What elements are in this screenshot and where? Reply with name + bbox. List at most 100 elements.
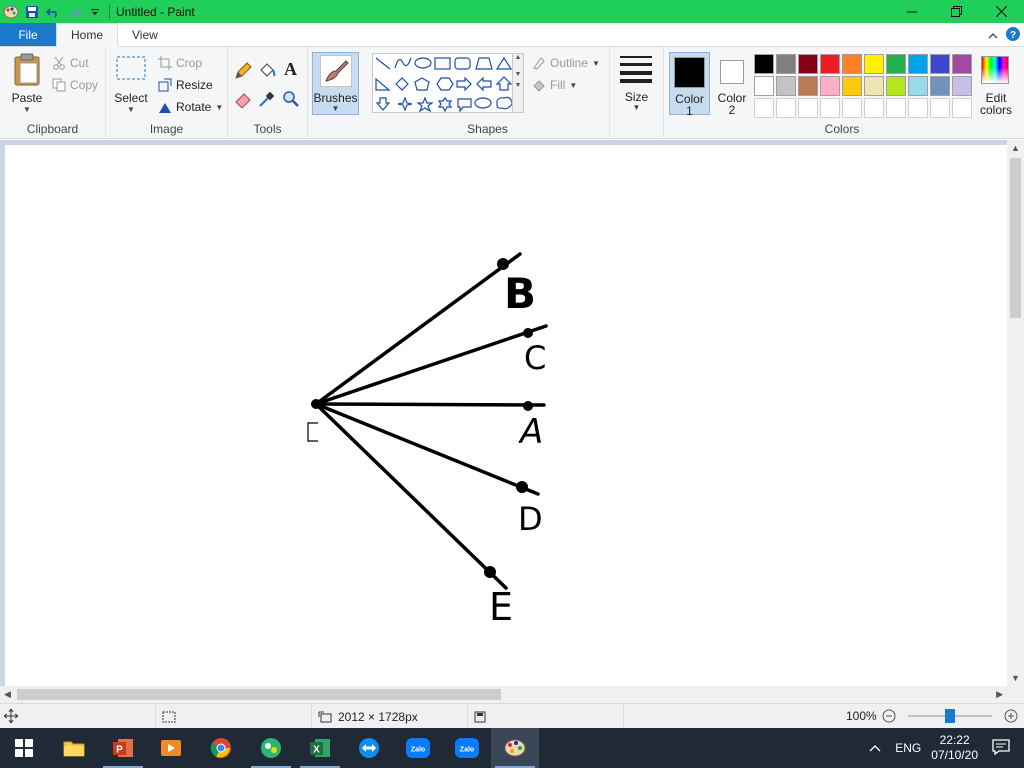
palette-swatch[interactable] xyxy=(820,54,840,74)
fill-button[interactable]: Fill ▼ xyxy=(532,75,577,95)
clock[interactable]: 22:22 07/10/20 xyxy=(931,733,978,763)
eraser-tool[interactable] xyxy=(234,89,252,109)
vertical-scroll-thumb[interactable] xyxy=(1010,158,1021,318)
tab-file[interactable]: File xyxy=(0,23,56,46)
palette-swatch[interactable] xyxy=(886,98,906,118)
taskbar-media-player[interactable] xyxy=(147,728,195,768)
text-tool[interactable]: A xyxy=(282,59,300,79)
scroll-down-icon[interactable]: ▼ xyxy=(1011,673,1020,683)
shapes-scroll-up-icon[interactable]: ▲ xyxy=(515,54,522,61)
outline-icon xyxy=(533,57,545,70)
taskbar-teamviewer[interactable] xyxy=(345,728,393,768)
palette-swatch[interactable] xyxy=(930,54,950,74)
color-picker-tool[interactable] xyxy=(258,89,276,109)
show-hidden-icons[interactable] xyxy=(869,741,881,755)
palette-swatch[interactable] xyxy=(776,76,796,96)
palette-swatch[interactable] xyxy=(864,98,884,118)
magnifier-tool[interactable] xyxy=(282,89,300,109)
palette-swatch[interactable] xyxy=(776,98,796,118)
outline-button[interactable]: Outline ▼ xyxy=(532,53,600,73)
palette-swatch[interactable] xyxy=(930,76,950,96)
crop-button[interactable]: Crop xyxy=(158,53,202,73)
taskbar-paint[interactable] xyxy=(491,728,539,768)
palette-swatch[interactable] xyxy=(952,98,972,118)
horizontal-scroll-thumb[interactable] xyxy=(17,689,501,700)
svg-text:A: A xyxy=(284,59,297,79)
scroll-right-icon[interactable]: ▶ xyxy=(996,689,1003,700)
palette-swatch[interactable] xyxy=(842,54,862,74)
rotate-button[interactable]: Rotate ▼ xyxy=(158,97,223,117)
palette-swatch[interactable] xyxy=(754,98,774,118)
size-group[interactable]: Size ▼ xyxy=(610,47,664,139)
select-button[interactable]: Select ▼ xyxy=(114,55,148,114)
palette-swatch[interactable] xyxy=(864,54,884,74)
pencil-tool[interactable] xyxy=(234,61,252,81)
shapes-scroll-down-icon[interactable]: ▼ xyxy=(515,71,522,78)
taskbar-zalo-2[interactable]: Zalo xyxy=(443,728,491,768)
vertical-scrollbar[interactable]: ▲ ▼ xyxy=(1007,140,1024,686)
palette-swatch[interactable] xyxy=(930,98,950,118)
help-icon[interactable]: ? xyxy=(1006,27,1020,44)
palette-swatch[interactable] xyxy=(776,54,796,74)
taskbar-chrome[interactable] xyxy=(197,728,245,768)
palette-swatch[interactable] xyxy=(864,76,884,96)
scroll-up-icon[interactable]: ▲ xyxy=(1011,143,1020,153)
drawing-canvas[interactable]: B C A D E xyxy=(5,145,1007,686)
taskbar-powerpoint[interactable]: P xyxy=(99,728,147,768)
zoom-out-button[interactable] xyxy=(882,709,896,726)
palette-swatch[interactable] xyxy=(886,76,906,96)
palette-swatch[interactable] xyxy=(842,76,862,96)
resize-button[interactable]: Resize xyxy=(158,75,213,95)
tab-home[interactable]: Home xyxy=(56,23,119,47)
palette-swatch[interactable] xyxy=(842,98,862,118)
maximize-button[interactable] xyxy=(934,0,979,23)
zoom-slider-thumb[interactable] xyxy=(945,709,955,723)
language-indicator[interactable]: ENG xyxy=(895,741,921,755)
palette-swatch[interactable] xyxy=(754,76,774,96)
palette-swatch[interactable] xyxy=(908,76,928,96)
save-icon[interactable] xyxy=(21,1,42,22)
taskbar-app-green[interactable] xyxy=(247,728,295,768)
tab-view[interactable]: View xyxy=(118,23,172,46)
palette-swatch[interactable] xyxy=(886,54,906,74)
fill-tool[interactable] xyxy=(258,61,276,81)
taskbar-file-explorer[interactable] xyxy=(50,728,98,768)
fill-bucket-icon xyxy=(260,63,276,77)
shapes-gallery[interactable] xyxy=(372,53,522,113)
palette-swatch[interactable] xyxy=(820,98,840,118)
customize-toolbar-icon[interactable] xyxy=(84,1,105,22)
color1-button[interactable]: Color 1 xyxy=(669,52,710,117)
close-button[interactable] xyxy=(979,0,1024,23)
origin-mark xyxy=(307,422,318,442)
palette-swatch[interactable] xyxy=(798,54,818,74)
start-button[interactable] xyxy=(0,728,48,768)
paste-button[interactable]: Paste ▼ xyxy=(8,53,46,114)
palette-swatch[interactable] xyxy=(798,76,818,96)
redo-icon[interactable] xyxy=(63,1,84,22)
undo-icon[interactable] xyxy=(42,1,63,22)
edit-colors-button[interactable]: Edit colors xyxy=(976,52,1016,116)
collapse-ribbon-icon[interactable] xyxy=(988,29,998,43)
palette-swatch[interactable] xyxy=(754,54,774,74)
shapes-gallery-scroll[interactable]: ▲ ▼ ▼ xyxy=(512,53,524,113)
palette-swatch[interactable] xyxy=(952,54,972,74)
color2-button[interactable]: Color 2 xyxy=(712,52,752,116)
taskbar-excel[interactable]: X xyxy=(296,728,344,768)
scroll-left-icon[interactable]: ◀ xyxy=(4,689,11,700)
notification-icon[interactable] xyxy=(992,738,1010,758)
cut-button[interactable]: Cut xyxy=(52,53,89,73)
minimize-button[interactable] xyxy=(889,0,934,23)
palette-swatch[interactable] xyxy=(798,98,818,118)
palette-swatch[interactable] xyxy=(908,98,928,118)
zoom-in-button[interactable] xyxy=(1004,709,1018,726)
copy-button[interactable]: Copy xyxy=(52,75,98,95)
taskbar-zalo-1[interactable]: Zalo xyxy=(394,728,442,768)
horizontal-scrollbar[interactable]: ◀ ▶ xyxy=(0,686,1007,703)
palette-swatch[interactable] xyxy=(908,54,928,74)
paint-app-icon[interactable] xyxy=(0,1,21,22)
brushes-button[interactable]: Brushes ▼ xyxy=(312,52,359,115)
zoom-level: 100% xyxy=(846,709,877,723)
palette-swatch[interactable] xyxy=(820,76,840,96)
shapes-expand-icon[interactable]: ▼ xyxy=(515,82,522,89)
palette-swatch[interactable] xyxy=(952,76,972,96)
